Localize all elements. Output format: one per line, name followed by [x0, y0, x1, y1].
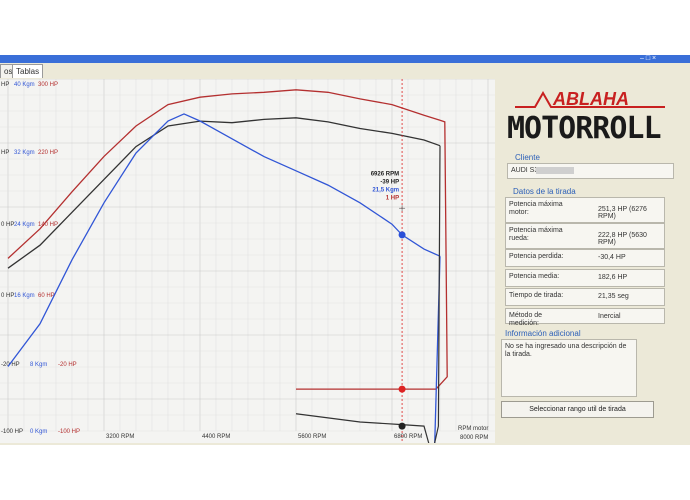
ablaha-logo: ABLAHA [515, 89, 665, 109]
tab-tablas[interactable]: Tablas [12, 64, 44, 78]
tirada-row: Potencia máxima rueda: 222,8 HP (5630 RPM… [505, 223, 665, 249]
x-tick-label: 4400 RPM [202, 434, 230, 440]
axis-label-hp-motor: -100 HP [58, 429, 80, 435]
tirada-row: Potencia máxima motor: 251,3 HP (6276 RPM… [505, 197, 665, 223]
tirada-label: Datos de la tirada [513, 187, 576, 196]
chart-svg[interactable]: HP 40 Kgm 300 HPHP 32 Kgm 220 HP0 HP 24 Kgm 14… [0, 78, 495, 445]
select-range-button[interactable]: Seleccionar rango util de tirada [501, 401, 654, 418]
x-tick-label: 3200 RPM [106, 434, 134, 440]
tirada-row: Tiempo de tirada: 21,35 seg [505, 288, 665, 306]
axis-label-hp: 0 HP [1, 222, 14, 228]
logo-brand: ABLAHA [552, 89, 629, 109]
axis-label-hp-motor: 220 HP [38, 150, 58, 156]
info-text: No se ha ingresado una descripción de la… [505, 343, 627, 358]
tirada-row: Método de medición: Inercial [505, 308, 665, 327]
cursor-dot-wheel [398, 422, 406, 430]
axis-label-hp: 0 HP [1, 293, 14, 299]
axis-label-hp-motor: 300 HP [38, 82, 58, 88]
tirada-row-value: 222,8 HP (5630 RPM) [598, 232, 647, 246]
tirada-row-value: 21,35 seg [598, 293, 629, 300]
tirada-row-value: Inercial [598, 313, 621, 320]
cliente-field[interactable]: AUDI S3 [507, 163, 674, 179]
cursor-readout: 21,5 Kgm [372, 187, 399, 193]
x-tick-label: 6800 RPM [394, 434, 422, 440]
axis-label-hp: -100 HP [1, 429, 23, 435]
tirada-row-value: 182,6 HP [598, 274, 628, 281]
x-end-label: 8000 RPM [460, 435, 488, 441]
cursor-readout: 6926 RPM [371, 171, 399, 177]
tirada-row-label: Potencia máxima rueda: [509, 227, 563, 242]
cliente-label: Cliente [515, 153, 540, 162]
cursor-readout: -39 HP [380, 179, 399, 185]
logo-title: MOTORROLL [507, 111, 662, 146]
axis-label-hp: HP [1, 82, 9, 88]
tirada-row: Potencia perdida: -30,4 HP [505, 249, 665, 267]
cliente-redacted [536, 167, 574, 174]
axis-label-kgm: 24 Kgm [14, 222, 35, 228]
tirada-row-label: Tiempo de tirada: [509, 292, 564, 299]
info-textarea[interactable]: No se ha ingresado una descripción de la… [501, 339, 637, 397]
x-tick-label: 5600 RPM [298, 434, 326, 440]
axis-label-kgm: 8 Kgm [30, 362, 47, 368]
dyno-chart[interactable]: HP 40 Kgm 300 HP HP 32 Kgm 220 HP 0 HP 24 Kgm 14… [0, 78, 495, 445]
app-window: – □ × os Tablas HP 40 Kgm 300 HP HP 32 Kgm 22… [0, 55, 690, 445]
tirada-row-label: Potencia media: [509, 273, 560, 280]
axis-label-kgm: 0 Kgm [30, 429, 47, 435]
axis-label-kgm: 32 Kgm [14, 150, 35, 156]
tirada-row-label: Potencia perdida: [509, 253, 564, 260]
title-bar [0, 55, 690, 63]
cursor-dot-torque [398, 231, 406, 239]
tirada-row-label: Método de medición: [509, 312, 543, 327]
cursor-readout: 1 HP [386, 195, 399, 201]
window-controls[interactable]: – □ × [640, 55, 656, 63]
axis-label-hp-motor: -20 HP [58, 362, 77, 368]
axis-label-kgm: 40 Kgm [14, 82, 35, 88]
tirada-row-value: -30,4 HP [598, 254, 626, 261]
axis-label-kgm: 16 Kgm [14, 293, 35, 299]
series-line [7, 113, 441, 367]
loss-wheel-line [295, 145, 441, 445]
axis-label-hp: HP [1, 150, 9, 156]
cursor-dot-motor [398, 385, 406, 393]
tirada-row-label: Potencia máxima motor: [509, 201, 563, 216]
tirada-row: Potencia media: 182,6 HP [505, 269, 665, 287]
x-axis-label: RPM motor [458, 426, 488, 432]
cliente-value: AUDI S3 [511, 167, 539, 174]
info-panel: ABLAHA MOTORROLL Cliente AUDI S3 Datos d… [497, 79, 690, 443]
tirada-row-value: 251,3 HP (6276 RPM) [598, 206, 647, 220]
info-label: Información adicional [505, 329, 581, 338]
